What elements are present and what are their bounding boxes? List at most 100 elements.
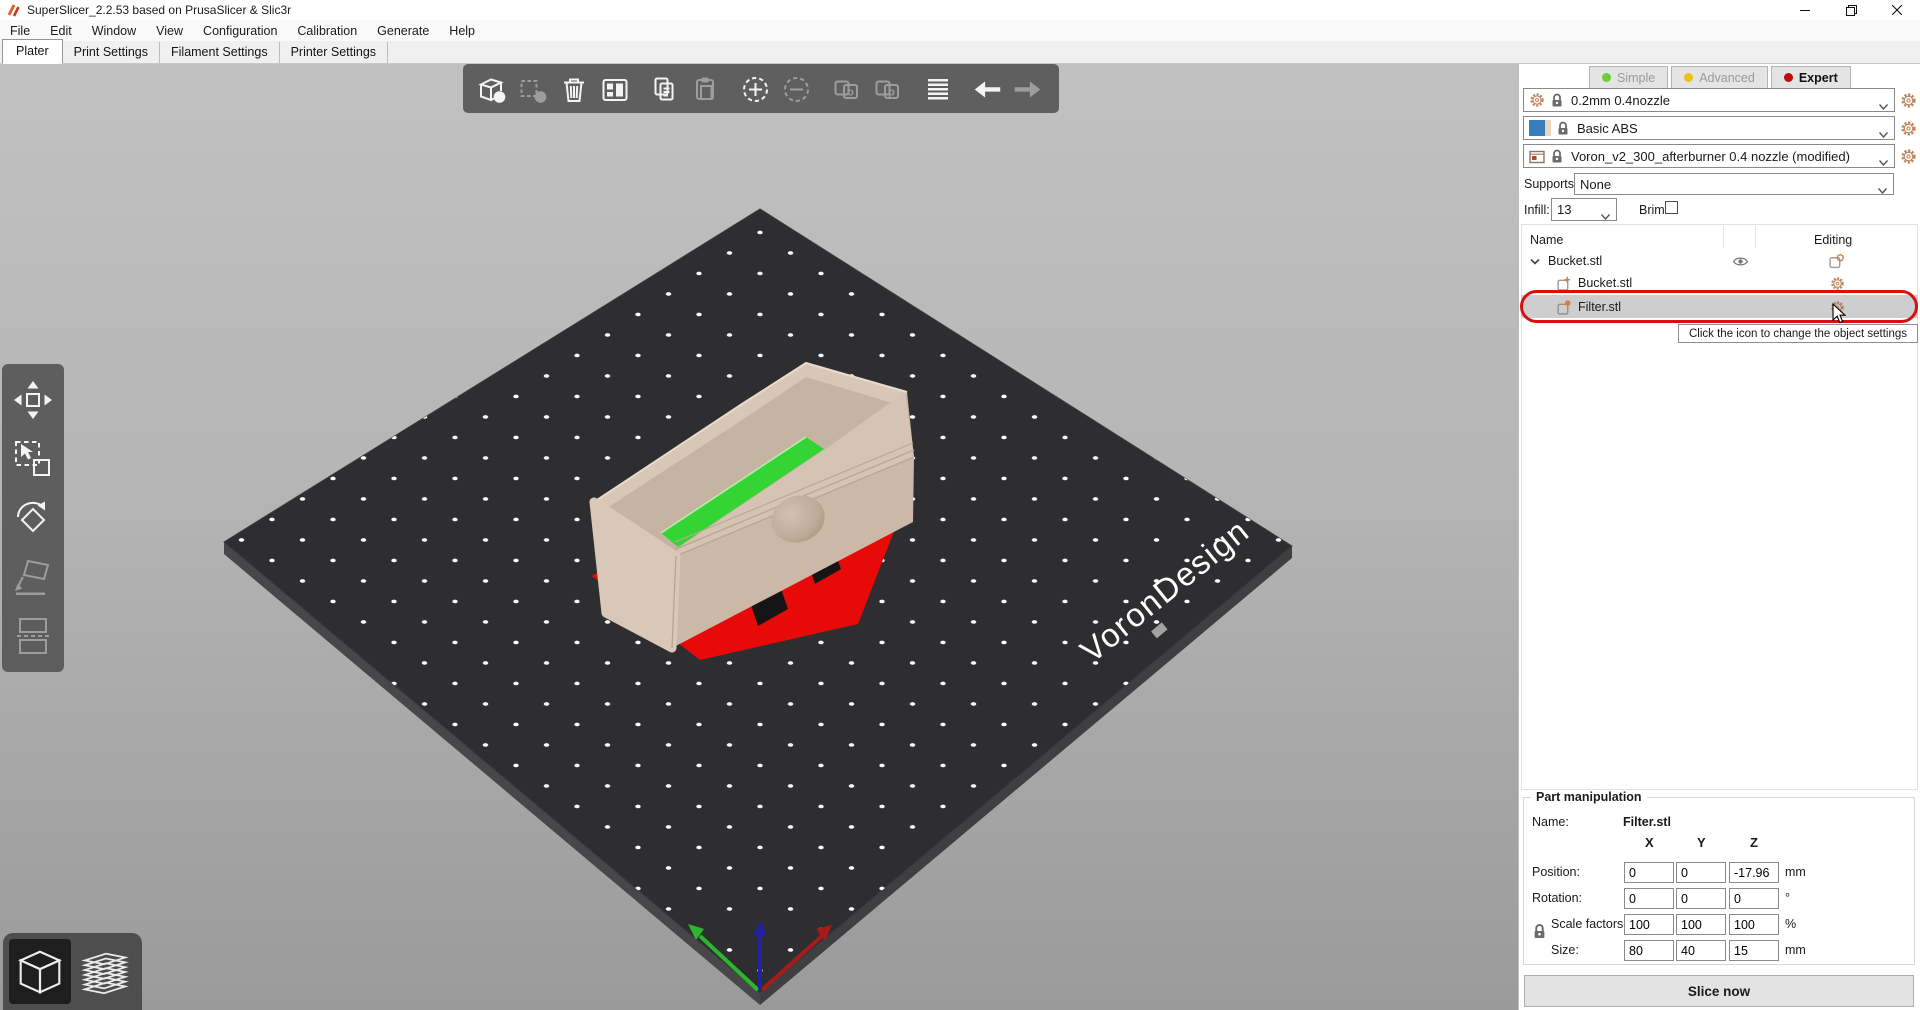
mode-advanced-button[interactable]: Advanced [1671, 66, 1768, 89]
main-tab-bar: Plater Print Settings Filament Settings … [0, 39, 1920, 64]
part-row-bucket[interactable]: Bucket.stl [1521, 272, 1918, 294]
plater-toolbar: o p [463, 64, 1059, 113]
print-preset-settings-button[interactable] [1900, 92, 1917, 109]
menu-configuration[interactable]: Configuration [193, 24, 287, 38]
print-preset-combo[interactable]: 0.2mm 0.4nozzle [1523, 88, 1895, 112]
preview-view-button[interactable] [75, 939, 137, 1004]
infill-combo[interactable]: 13 [1551, 198, 1617, 221]
copy-button[interactable] [646, 70, 682, 108]
editor-view-button[interactable] [9, 939, 71, 1004]
mouse-cursor-icon [1832, 302, 1847, 328]
delete-all-button[interactable] [555, 70, 591, 108]
axis-x-header: X [1645, 835, 1654, 850]
size-label: Size: [1551, 943, 1579, 957]
filament-color-swatch [1529, 120, 1551, 136]
rotation-x-input[interactable] [1624, 888, 1674, 909]
chevron-down-icon [1878, 154, 1889, 167]
printer-preset-combo[interactable]: Voron_v2_300_afterburner 0.4 nozzle (mod… [1523, 144, 1895, 168]
scale-z-input[interactable] [1729, 914, 1779, 935]
part-settings-gear-icon[interactable] [1830, 276, 1845, 291]
uniform-scale-lock-icon[interactable] [1533, 923, 1546, 943]
filament-preset-combo[interactable]: Basic ABS [1523, 116, 1895, 140]
rotation-z-input[interactable] [1729, 888, 1779, 909]
menu-window[interactable]: Window [82, 24, 146, 38]
menu-calibration[interactable]: Calibration [287, 24, 367, 38]
mode-simple-button[interactable]: Simple [1589, 66, 1669, 89]
tooltip: Click the icon to change the object sett… [1678, 324, 1918, 343]
restore-button[interactable] [1828, 0, 1874, 20]
name-label: Name: [1532, 815, 1569, 829]
part-row-filter[interactable]: Filter.stl [1521, 295, 1918, 318]
tab-filament-settings[interactable]: Filament Settings [160, 42, 280, 63]
mode-selector: Simple Advanced Expert [1589, 66, 1851, 89]
filament-preset-value: Basic ABS [1577, 120, 1638, 136]
printer-preset-value: Voron_v2_300_afterburner 0.4 nozzle (mod… [1571, 148, 1850, 164]
place-on-face-tool-button[interactable] [11, 555, 55, 599]
minimize-button[interactable] [1782, 0, 1828, 20]
filament-preset-settings-button[interactable] [1900, 120, 1917, 137]
arrange-button[interactable] [596, 70, 632, 108]
tab-printer-settings[interactable]: Printer Settings [280, 42, 389, 63]
size-x-input[interactable] [1624, 940, 1674, 961]
size-z-input[interactable] [1729, 940, 1779, 961]
remove-object-button[interactable] [514, 70, 550, 108]
brim-checkbox[interactable] [1665, 201, 1678, 214]
title-bar: SuperSlicer_2.2.53 based on PrusaSlicer … [0, 0, 1920, 20]
add-object-button[interactable] [473, 70, 509, 108]
collapse-chevron-icon[interactable] [1530, 258, 1540, 265]
mode-expert-button[interactable]: Expert [1770, 66, 1851, 89]
advanced-dot-icon [1684, 73, 1694, 82]
axis-z-header: Z [1750, 835, 1758, 850]
paste-button[interactable] [687, 70, 723, 108]
menu-help[interactable]: Help [439, 24, 485, 38]
print-settings-gear-icon [1529, 92, 1545, 108]
3d-viewport[interactable]: VoronDesign o p [0, 64, 1518, 1010]
undo-button[interactable] [969, 70, 1005, 108]
object-settings-icon[interactable] [1829, 254, 1844, 269]
brim-label: Brim: [1639, 203, 1669, 217]
scale-y-input[interactable] [1676, 914, 1726, 935]
menu-file[interactable]: File [0, 24, 40, 38]
printer-icon [1529, 149, 1545, 164]
part-icon [1557, 276, 1571, 291]
visibility-eye-icon[interactable] [1732, 256, 1749, 267]
rotate-tool-button[interactable] [11, 496, 55, 540]
add-instance-button[interactable] [737, 70, 773, 108]
svg-text:o: o [847, 86, 854, 98]
supports-value: None [1580, 176, 1612, 192]
tab-print-settings[interactable]: Print Settings [63, 42, 160, 63]
close-button[interactable] [1874, 0, 1920, 20]
part-manipulation-title: Part manipulation [1531, 790, 1647, 804]
chevron-down-icon [1600, 208, 1611, 220]
cut-tool-button[interactable] [11, 614, 55, 658]
menu-view[interactable]: View [146, 24, 193, 38]
chevron-down-icon [1878, 126, 1889, 139]
split-to-objects-button[interactable]: o [828, 70, 864, 108]
expert-dot-icon [1783, 73, 1793, 82]
move-tool-button[interactable] [11, 378, 55, 422]
position-y-input[interactable] [1676, 862, 1726, 883]
menu-generate[interactable]: Generate [367, 24, 439, 38]
scale-label: Scale factors: [1551, 917, 1627, 931]
position-z-input[interactable] [1729, 862, 1779, 883]
layer-height-table-button[interactable] [919, 70, 955, 108]
split-to-parts-button[interactable]: p [869, 70, 905, 108]
printer-preset-settings-button[interactable] [1900, 148, 1917, 165]
scale-tool-button[interactable] [11, 437, 55, 481]
object-row-bucket[interactable]: Bucket.stl [1521, 250, 1918, 272]
part-icon [1557, 300, 1571, 315]
infill-value: 13 [1557, 202, 1572, 217]
slice-now-button[interactable]: Slice now [1524, 975, 1914, 1007]
redo-button[interactable] [1010, 70, 1046, 108]
list-name-header: Name [1530, 233, 1564, 247]
list-editing-header: Editing [1814, 233, 1853, 247]
supports-combo[interactable]: None [1574, 173, 1894, 195]
rotation-y-input[interactable] [1676, 888, 1726, 909]
scale-x-input[interactable] [1624, 914, 1674, 935]
menu-edit[interactable]: Edit [40, 24, 82, 38]
lock-icon [1557, 121, 1569, 136]
remove-instance-button[interactable] [778, 70, 814, 108]
tab-plater[interactable]: Plater [2, 39, 63, 64]
position-x-input[interactable] [1624, 862, 1674, 883]
size-y-input[interactable] [1676, 940, 1726, 961]
